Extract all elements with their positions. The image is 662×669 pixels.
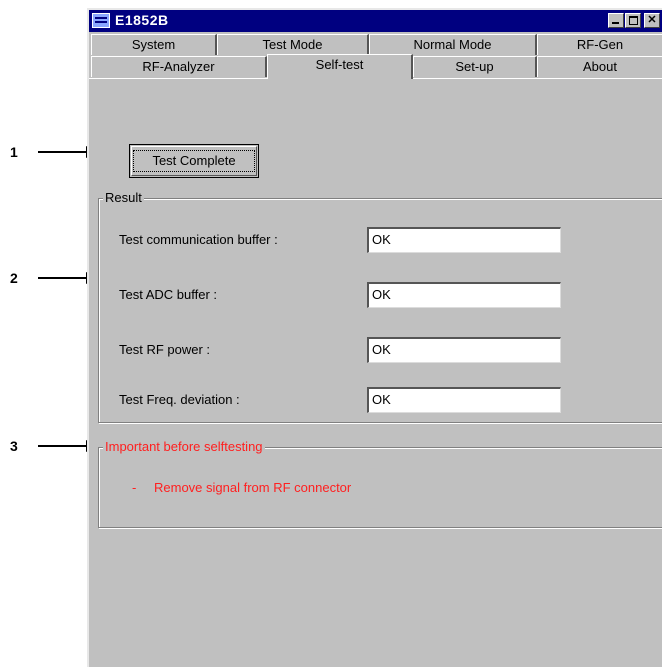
adc-buffer-field[interactable]: OK <box>367 282 561 308</box>
warning-text: Remove signal from RF connector <box>154 480 352 495</box>
callout-number: 3 <box>10 438 18 454</box>
tab-normal-mode[interactable]: Normal Mode <box>369 34 537 55</box>
callout-number: 1 <box>10 144 18 160</box>
title-bar[interactable]: E1852B ✕ <box>89 10 662 32</box>
tab-self-test[interactable]: Self-test <box>267 54 413 79</box>
window-title: E1852B <box>115 12 169 28</box>
tab-system[interactable]: System <box>91 34 217 55</box>
app-window: E1852B ✕ System Test Mode Normal Mode RF… <box>87 8 662 667</box>
tab-rf-analyzer[interactable]: RF-Analyzer <box>91 56 267 77</box>
callout-arrow-line <box>38 277 88 279</box>
warning-note: - Remove signal from RF connector <box>132 480 351 495</box>
callout-arrow-line <box>38 151 88 153</box>
button-label: Test Complete <box>133 150 255 172</box>
callout-1: 1 <box>0 142 100 162</box>
important-group: Important before selftesting - Remove sig… <box>98 439 662 528</box>
freq-deviation-field[interactable]: OK <box>367 387 561 413</box>
adc-buffer-label: Test ADC buffer : <box>119 287 218 302</box>
minimize-button[interactable] <box>608 13 624 28</box>
comm-buffer-label: Test communication buffer : <box>119 232 278 247</box>
callout-number: 2 <box>10 270 18 286</box>
callout-3: 3 <box>0 436 100 456</box>
bullet-dash: - <box>132 480 137 495</box>
close-button[interactable]: ✕ <box>644 13 660 28</box>
important-legend: Important before selftesting <box>103 439 265 454</box>
tab-rf-gen[interactable]: RF-Gen <box>537 34 662 55</box>
callout-2: 2 <box>0 268 100 288</box>
tab-about[interactable]: About <box>537 56 662 77</box>
result-legend: Result <box>103 190 144 205</box>
maximize-button[interactable] <box>625 13 641 28</box>
self-test-panel: Test Complete Result Test communication … <box>89 78 662 669</box>
tab-row-bottom: RF-Analyzer Self-test Set-up About <box>89 54 662 79</box>
comm-buffer-field[interactable]: OK <box>367 227 561 253</box>
tab-set-up[interactable]: Set-up <box>413 56 537 77</box>
freq-deviation-label: Test Freq. deviation : <box>119 392 240 407</box>
tab-row-top: System Test Mode Normal Mode RF-Gen <box>89 34 662 56</box>
app-icon[interactable] <box>92 13 110 28</box>
rf-power-field[interactable]: OK <box>367 337 561 363</box>
test-complete-button[interactable]: Test Complete <box>129 144 259 178</box>
callout-arrow-line <box>38 445 88 447</box>
tab-test-mode[interactable]: Test Mode <box>217 34 369 55</box>
result-group: Result Test communication buffer : OK Te… <box>98 190 662 423</box>
rf-power-label: Test RF power : <box>119 342 211 357</box>
